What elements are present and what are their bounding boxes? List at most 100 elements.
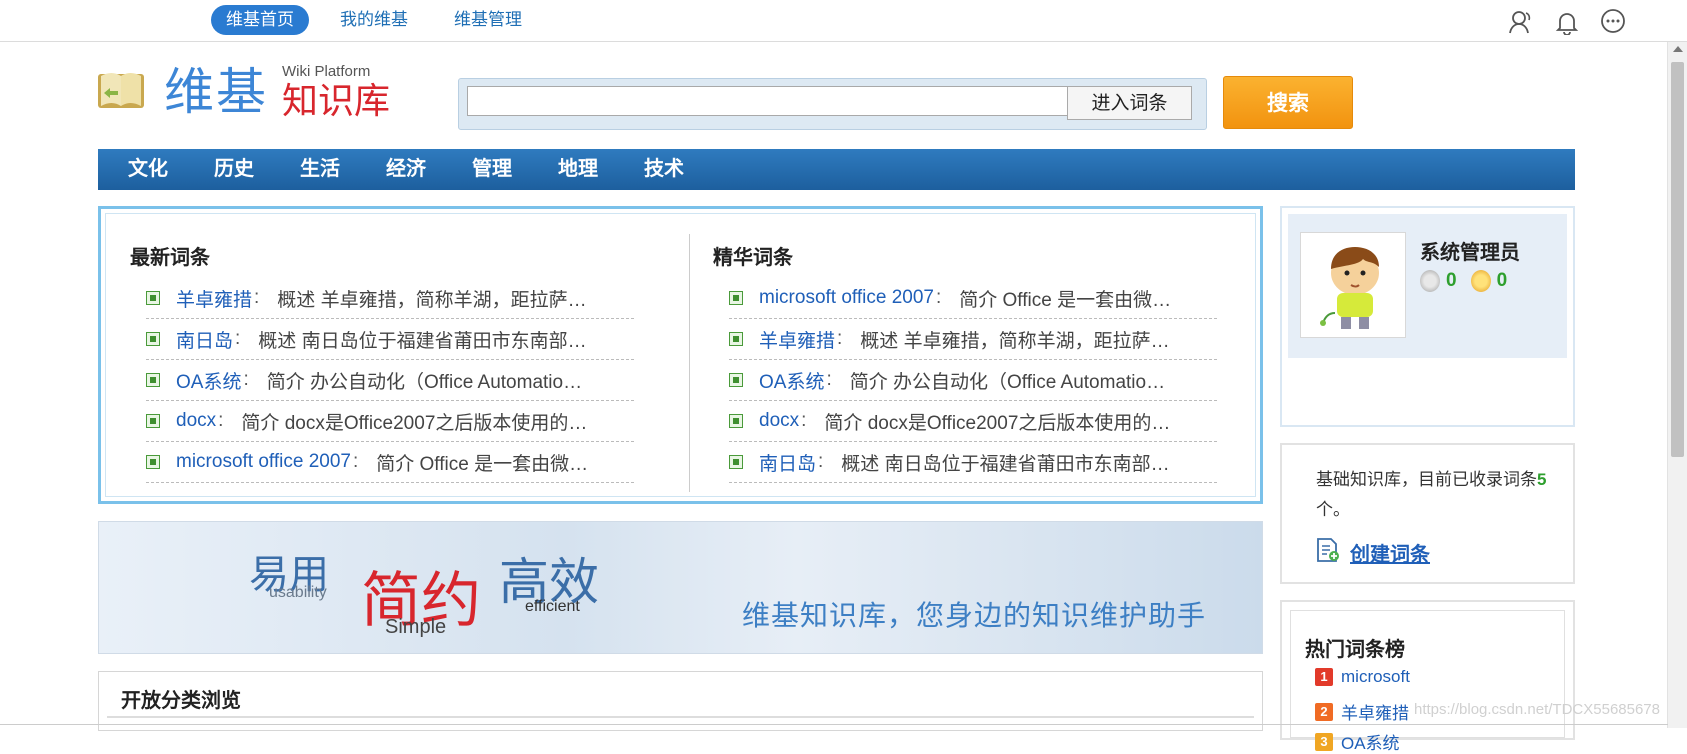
nav-wiki-home[interactable]: 维基首页 xyxy=(211,5,309,35)
top-nav: 维基首页 我的维基 维基管理 xyxy=(211,5,537,35)
list-item: docx: 简介 docx是Office2007之后版本使用的… xyxy=(729,401,1217,442)
category-management[interactable]: 管理 xyxy=(472,149,512,190)
list-item: 羊卓雍措: 概述 羊卓雍措，简称羊湖，距拉萨… xyxy=(146,278,634,319)
entry-summary: 简介 办公自动化（Office Automatio… xyxy=(266,371,583,393)
silver-medal-icon xyxy=(1420,270,1440,292)
entry-summary: 概述 羊卓雍措，简称羊湖，距拉萨… xyxy=(277,289,587,311)
scrollbar-thumb[interactable] xyxy=(1671,62,1684,457)
nav-wiki-admin[interactable]: 维基管理 xyxy=(439,5,537,35)
site-logo[interactable]: 维基 Wiki Platform 知识库 xyxy=(96,64,390,119)
entry-summary: 简介 docx是Office2007之后版本使用的… xyxy=(241,412,588,434)
create-entry-link[interactable]: 创建词条 xyxy=(1316,537,1430,568)
entry-summary: 简介 办公自动化（Office Automatio… xyxy=(849,371,1166,393)
entry-title-link[interactable]: docx xyxy=(759,410,799,432)
user-icon[interactable] xyxy=(1507,8,1535,36)
entry-bullet-icon xyxy=(729,291,743,305)
gold-medal-icon xyxy=(1470,270,1491,292)
latest-heading: 最新词条 xyxy=(130,247,210,269)
entry-title-link[interactable]: microsoft office 2007 xyxy=(176,451,351,473)
list-item: 羊卓雍措: 概述 羊卓雍措，简称羊湖，距拉萨… xyxy=(729,319,1217,360)
entry-title-link[interactable]: docx xyxy=(176,410,216,432)
list-item: OA系统: 简介 办公自动化（Office Automatio… xyxy=(146,360,634,401)
banner-word-efficient-en: efficient xyxy=(525,598,580,615)
banner-slogan: 维基知识库，您身边的知识维护助手 xyxy=(742,600,1207,631)
add-document-icon xyxy=(1316,537,1340,568)
entry-summary: 概述 羊卓雍措，简称羊湖，距拉萨… xyxy=(860,330,1170,352)
latest-entries: 最新词条 羊卓雍措: 概述 羊卓雍措，简称羊湖，距拉萨… 南日岛: 概述 南日岛位于… xyxy=(130,244,635,483)
banner-word-usability-en: usability xyxy=(269,584,327,601)
list-item[interactable]: 3 OA系统 xyxy=(1315,729,1400,754)
enter-entry-button[interactable]: 进入词条 xyxy=(1067,86,1192,120)
search-button[interactable]: 搜索 xyxy=(1223,76,1353,129)
hot-entry-link[interactable]: 羊卓雍措 xyxy=(1341,699,1409,724)
top-bar: 维基首页 我的维基 维基管理 xyxy=(0,0,1687,42)
logo-english: Wiki Platform xyxy=(282,63,371,80)
entry-title-link[interactable]: microsoft office 2007 xyxy=(759,287,934,309)
book-icon xyxy=(96,66,146,117)
library-info-box: 基础知识库，目前已收录词条5个。 创建词条 xyxy=(1280,443,1575,584)
featured-heading: 精华词条 xyxy=(713,247,793,269)
logo-title: 维基 xyxy=(164,63,268,120)
page-scrollbar[interactable] xyxy=(1667,42,1687,728)
search-box: 进入词条 xyxy=(458,78,1207,130)
entry-title-link[interactable]: 南日岛 xyxy=(759,449,816,476)
list-item: OA系统: 简介 办公自动化（Office Automatio… xyxy=(729,360,1217,401)
entries-panel: 最新词条 羊卓雍措: 概述 羊卓雍措，简称羊湖，距拉萨… 南日岛: 概述 南日岛位于… xyxy=(98,206,1263,504)
create-entry-label: 创建词条 xyxy=(1350,544,1430,566)
column-divider xyxy=(689,234,690,492)
list-item: docx: 简介 docx是Office2007之后版本使用的… xyxy=(146,401,634,442)
hot-entries-box: 热门词条榜 1 microsoft 2 羊卓雍措 3 OA系统 xyxy=(1280,600,1575,753)
rank-badge: 3 xyxy=(1315,732,1333,751)
hot-entry-link[interactable]: microsoft xyxy=(1341,667,1410,687)
entry-bullet-icon xyxy=(146,291,160,305)
entry-bullet-icon xyxy=(729,332,743,346)
entry-summary: 简介 docx是Office2007之后版本使用的… xyxy=(824,412,1171,434)
entry-bullet-icon xyxy=(729,414,743,428)
entry-title-link[interactable]: 羊卓雍措 xyxy=(759,326,835,353)
category-history[interactable]: 历史 xyxy=(214,149,254,190)
scroll-up-arrow-icon[interactable] xyxy=(1673,46,1683,52)
user-medals: 0 0 xyxy=(1420,270,1507,292)
entry-bullet-icon xyxy=(146,414,160,428)
entry-summary: 简介 Office 是一套由微… xyxy=(376,453,589,475)
open-category-heading: 开放分类浏览 xyxy=(121,690,241,712)
entry-bullet-icon xyxy=(146,373,160,387)
list-item[interactable]: 1 microsoft xyxy=(1315,667,1410,687)
logo-chinese: 知识库 xyxy=(282,80,391,121)
entry-title-link[interactable]: OA系统 xyxy=(176,367,241,394)
hot-entry-link[interactable]: OA系统 xyxy=(1341,729,1400,754)
promo-banner: 易用 usability 简约 Simple 高效 efficient 维基知识… xyxy=(98,521,1263,654)
chat-icon[interactable] xyxy=(1599,8,1627,36)
banner-word-simple-en: Simple xyxy=(385,616,447,638)
open-category-section: 开放分类浏览 xyxy=(98,671,1263,731)
rank-badge: 2 xyxy=(1315,702,1333,721)
list-item: microsoft office 2007: 简介 Office 是一套由微… xyxy=(146,442,634,483)
entry-title-link[interactable]: 南日岛 xyxy=(176,326,233,353)
category-culture[interactable]: 文化 xyxy=(128,149,168,190)
category-life[interactable]: 生活 xyxy=(300,149,340,190)
category-technology[interactable]: 技术 xyxy=(644,149,684,190)
entry-title-link[interactable]: 羊卓雍措 xyxy=(176,285,252,312)
entry-bullet-icon xyxy=(729,373,743,387)
gold-medal-count: 0 xyxy=(1496,270,1508,291)
list-item: 南日岛: 概述 南日岛位于福建省莆田市东南部… xyxy=(146,319,634,360)
list-item[interactable]: 2 羊卓雍措 xyxy=(1315,699,1409,724)
silver-medal-count: 0 xyxy=(1446,270,1457,291)
search-input[interactable] xyxy=(467,86,1071,116)
top-icons xyxy=(1507,8,1627,36)
rank-badge: 1 xyxy=(1315,668,1333,686)
entry-bullet-icon xyxy=(729,455,743,469)
entry-title-link[interactable]: OA系统 xyxy=(759,367,824,394)
category-geography[interactable]: 地理 xyxy=(558,149,598,190)
list-item: 南日岛: 概述 南日岛位于福建省莆田市东南部… xyxy=(729,442,1217,483)
nav-my-wiki[interactable]: 我的维基 xyxy=(325,5,423,35)
bell-icon[interactable] xyxy=(1553,8,1581,36)
list-item: microsoft office 2007: 简介 Office 是一套由微… xyxy=(729,278,1217,319)
featured-entries: 精华词条 microsoft office 2007: 简介 Office 是一套… xyxy=(713,244,1218,483)
entry-summary: 简介 Office 是一套由微… xyxy=(959,289,1172,311)
avatar[interactable] xyxy=(1300,232,1406,338)
category-nav: 文化 历史 生活 经济 管理 地理 技术 xyxy=(98,149,1575,190)
category-economy[interactable]: 经济 xyxy=(386,149,426,190)
user-profile-box: 系统管理员 0 0 xyxy=(1280,206,1575,427)
hot-heading: 热门词条榜 xyxy=(1305,639,1405,661)
